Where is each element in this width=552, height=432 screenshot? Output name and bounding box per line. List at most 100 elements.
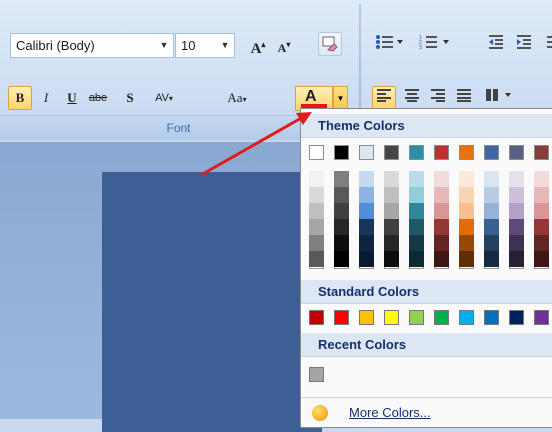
font-size-combo[interactable]: 10 ▼ [175, 33, 235, 58]
theme-shade-swatch[interactable] [509, 203, 524, 219]
character-spacing-button[interactable]: AV▾ [146, 86, 182, 110]
justify-button[interactable] [452, 86, 476, 110]
theme-shade-swatch[interactable] [359, 219, 374, 235]
theme-shade-swatch[interactable] [459, 251, 474, 267]
standard-color-swatch[interactable] [384, 310, 399, 325]
theme-shade-swatch[interactable] [459, 235, 474, 251]
theme-shade-swatch[interactable] [334, 187, 349, 203]
document-page[interactable] [102, 172, 322, 432]
decrease-indent-button[interactable] [484, 33, 508, 57]
theme-shade-swatch[interactable] [384, 235, 399, 251]
theme-color-swatch[interactable] [509, 145, 524, 160]
standard-color-swatch[interactable] [484, 310, 499, 325]
standard-color-swatch[interactable] [334, 310, 349, 325]
theme-shade-swatch[interactable] [384, 187, 399, 203]
theme-shade-swatch[interactable] [359, 171, 374, 187]
theme-shade-swatch[interactable] [434, 203, 449, 219]
theme-shade-swatch[interactable] [384, 251, 399, 267]
theme-shade-swatch[interactable] [384, 171, 399, 187]
theme-shade-swatch[interactable] [509, 171, 524, 187]
theme-shade-swatch[interactable] [409, 171, 424, 187]
theme-shade-swatch[interactable] [359, 251, 374, 267]
theme-color-swatch[interactable] [384, 145, 399, 160]
theme-shade-swatch[interactable] [434, 171, 449, 187]
theme-shade-swatch[interactable] [334, 171, 349, 187]
standard-color-swatch[interactable] [409, 310, 424, 325]
numbering-button[interactable]: 123 [414, 33, 456, 57]
theme-shade-swatch[interactable] [309, 251, 324, 267]
theme-shade-swatch[interactable] [334, 203, 349, 219]
theme-color-swatch[interactable] [334, 145, 349, 160]
theme-shade-swatch[interactable] [409, 187, 424, 203]
theme-color-swatch[interactable] [484, 145, 499, 160]
standard-color-swatch[interactable] [534, 310, 549, 325]
theme-shade-swatch[interactable] [434, 187, 449, 203]
standard-color-swatch[interactable] [434, 310, 449, 325]
theme-shade-swatch[interactable] [409, 251, 424, 267]
change-case-button[interactable]: Aa▾ [218, 86, 256, 110]
underline-button[interactable]: U [60, 86, 84, 110]
theme-shade-swatch[interactable] [309, 235, 324, 251]
theme-shade-swatch[interactable] [534, 187, 549, 203]
more-colors-item[interactable]: More Colors... [301, 397, 552, 428]
standard-color-swatch[interactable] [359, 310, 374, 325]
recent-color-swatch[interactable] [309, 367, 324, 382]
align-left-button[interactable] [372, 86, 396, 110]
theme-shade-swatch[interactable] [484, 251, 499, 267]
clear-format-button[interactable] [318, 32, 342, 56]
theme-shade-swatch[interactable] [384, 203, 399, 219]
theme-shade-swatch[interactable] [359, 235, 374, 251]
theme-shade-swatch[interactable] [484, 235, 499, 251]
theme-shade-swatch[interactable] [534, 235, 549, 251]
standard-color-swatch[interactable] [459, 310, 474, 325]
standard-color-swatch[interactable] [309, 310, 324, 325]
theme-shade-swatch[interactable] [434, 235, 449, 251]
standard-color-swatch[interactable] [509, 310, 524, 325]
theme-shade-swatch[interactable] [509, 251, 524, 267]
theme-shade-swatch[interactable] [309, 219, 324, 235]
theme-shade-swatch[interactable] [459, 203, 474, 219]
theme-shade-swatch[interactable] [484, 219, 499, 235]
theme-shade-swatch[interactable] [459, 171, 474, 187]
theme-shade-swatch[interactable] [484, 187, 499, 203]
theme-shade-swatch[interactable] [359, 203, 374, 219]
theme-shade-swatch[interactable] [434, 251, 449, 267]
italic-button[interactable]: I [34, 86, 58, 110]
theme-color-swatch[interactable] [359, 145, 374, 160]
theme-shade-swatch[interactable] [484, 203, 499, 219]
strikethrough-button[interactable]: abe [86, 86, 110, 110]
theme-shade-swatch[interactable] [434, 219, 449, 235]
theme-shade-swatch[interactable] [334, 219, 349, 235]
increase-indent-button[interactable] [512, 33, 536, 57]
theme-shade-swatch[interactable] [534, 171, 549, 187]
theme-shade-swatch[interactable] [509, 219, 524, 235]
line-spacing-button[interactable] [538, 33, 552, 57]
align-center-button[interactable] [400, 86, 424, 110]
theme-shade-swatch[interactable] [484, 171, 499, 187]
theme-shade-swatch[interactable] [309, 187, 324, 203]
theme-shade-swatch[interactable] [459, 187, 474, 203]
theme-color-swatch[interactable] [309, 145, 324, 160]
bullets-button[interactable] [370, 33, 410, 57]
theme-shade-swatch[interactable] [409, 203, 424, 219]
bold-button[interactable]: B [8, 86, 32, 110]
chevron-down-icon[interactable]: ▼ [218, 36, 232, 55]
theme-shade-swatch[interactable] [334, 235, 349, 251]
theme-shade-swatch[interactable] [459, 219, 474, 235]
theme-shade-swatch[interactable] [384, 219, 399, 235]
theme-shade-swatch[interactable] [534, 251, 549, 267]
shrink-font-button[interactable]: A▾ [272, 33, 296, 57]
theme-shade-swatch[interactable] [509, 235, 524, 251]
grow-font-button[interactable]: A▴ [246, 33, 270, 57]
columns-button[interactable] [480, 86, 520, 110]
theme-shade-swatch[interactable] [309, 171, 324, 187]
theme-shade-swatch[interactable] [409, 235, 424, 251]
theme-color-swatch[interactable] [459, 145, 474, 160]
theme-shade-swatch[interactable] [509, 187, 524, 203]
theme-shade-swatch[interactable] [334, 251, 349, 267]
font-name-combo[interactable]: Calibri (Body) ▼ [10, 33, 174, 58]
theme-shade-swatch[interactable] [309, 203, 324, 219]
theme-shade-swatch[interactable] [534, 219, 549, 235]
align-right-button[interactable] [426, 86, 450, 110]
chevron-down-icon[interactable]: ▼ [157, 36, 171, 55]
